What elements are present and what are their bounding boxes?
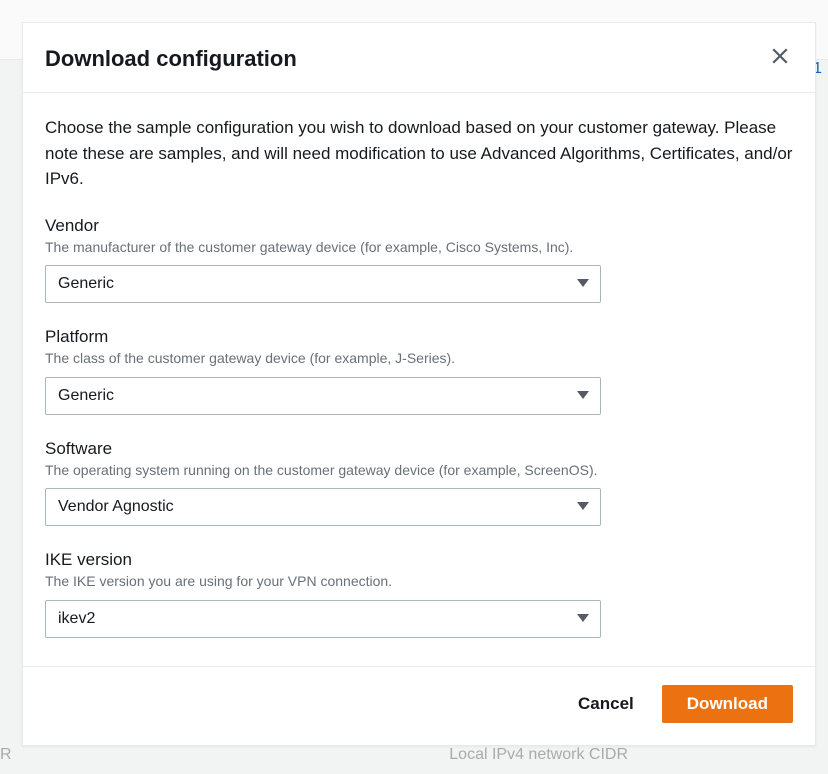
software-hint: The operating system running on the cust…: [45, 461, 793, 481]
caret-down-icon: [576, 387, 590, 405]
modal-header: Download configuration: [23, 23, 815, 93]
vendor-label: Vendor: [45, 216, 793, 236]
cancel-button[interactable]: Cancel: [572, 686, 640, 722]
platform-select[interactable]: Generic: [45, 377, 601, 415]
intro-text: Choose the sample configuration you wish…: [45, 115, 793, 192]
vendor-field-group: Vendor The manufacturer of the customer …: [45, 216, 793, 304]
ike-select-value: ikev2: [58, 610, 95, 628]
modal-title: Download configuration: [45, 46, 297, 72]
vendor-select-value: Generic: [58, 275, 114, 293]
modal-footer: Cancel Download: [23, 666, 815, 745]
software-select[interactable]: Vendor Agnostic: [45, 488, 601, 526]
ike-field-group: IKE version The IKE version you are usin…: [45, 550, 793, 638]
platform-label: Platform: [45, 327, 793, 347]
caret-down-icon: [576, 498, 590, 516]
download-configuration-modal: Download configuration Choose the sample…: [22, 22, 816, 746]
software-field-group: Software The operating system running on…: [45, 439, 793, 527]
bg-fragment: R: [0, 746, 12, 764]
modal-body: Choose the sample configuration you wish…: [23, 93, 815, 666]
caret-down-icon: [576, 610, 590, 628]
ike-label: IKE version: [45, 550, 793, 570]
vendor-hint: The manufacturer of the customer gateway…: [45, 238, 793, 258]
platform-hint: The class of the customer gateway device…: [45, 349, 793, 369]
ike-select[interactable]: ikev2: [45, 600, 601, 638]
software-select-value: Vendor Agnostic: [58, 498, 174, 516]
bg-fragment: Local IPv4 network CIDR: [449, 746, 628, 764]
platform-select-value: Generic: [58, 387, 114, 405]
caret-down-icon: [576, 275, 590, 293]
ike-hint: The IKE version you are using for your V…: [45, 572, 793, 592]
close-button[interactable]: [767, 43, 793, 74]
close-icon: [771, 52, 789, 69]
platform-field-group: Platform The class of the customer gatew…: [45, 327, 793, 415]
vendor-select[interactable]: Generic: [45, 265, 601, 303]
software-label: Software: [45, 439, 793, 459]
download-button[interactable]: Download: [662, 685, 793, 723]
